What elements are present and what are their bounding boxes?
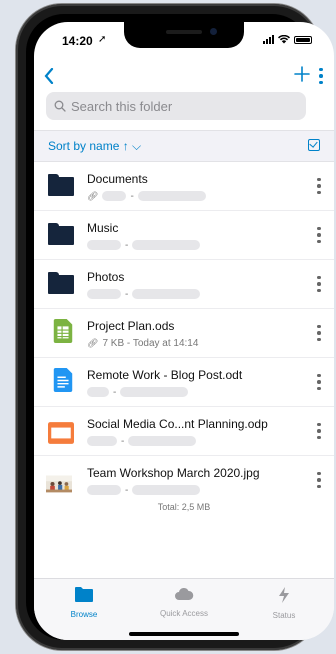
- item-menu-button[interactable]: [314, 274, 324, 294]
- presentation-icon: [48, 422, 74, 444]
- folder-icon: [48, 272, 74, 296]
- nav-bar: [34, 62, 334, 90]
- file-name: Project Plan.ods: [87, 319, 175, 333]
- file-meta: -: [87, 435, 197, 447]
- file-name: Remote Work - Blog Post.odt: [87, 368, 243, 382]
- item-menu-button[interactable]: [314, 470, 324, 490]
- image-thumbnail: [46, 475, 72, 493]
- signal-icon: [263, 35, 274, 44]
- item-menu-button[interactable]: [314, 225, 324, 245]
- wifi-icon: [278, 35, 290, 44]
- tab-quick-access[interactable]: Quick Access: [144, 587, 224, 618]
- item-menu-button[interactable]: [314, 372, 324, 392]
- shared-link-icon: 🔗︎: [87, 337, 99, 348]
- list-item[interactable]: Team Workshop March 2020.jpg -: [34, 456, 334, 504]
- folder-icon: [48, 174, 74, 198]
- list-item[interactable]: Music -: [34, 211, 334, 260]
- location-icon: ➚: [98, 34, 107, 45]
- folder-icon: [75, 587, 93, 602]
- list-item[interactable]: Documents 🔗︎ -: [34, 162, 334, 211]
- add-button[interactable]: [294, 66, 310, 82]
- search-icon: [54, 100, 66, 112]
- tab-bar: Browse Quick Access Status: [34, 578, 334, 640]
- file-list: Documents 🔗︎ - Music - Photos - Project …: [34, 162, 334, 504]
- search-placeholder: Search this folder: [71, 98, 173, 114]
- spreadsheet-icon: [53, 319, 73, 343]
- folder-icon: [48, 223, 74, 247]
- file-meta: 🔗︎ 7 KB - Today at 14:14: [87, 337, 198, 349]
- tab-browse[interactable]: Browse: [44, 587, 124, 619]
- tab-status[interactable]: Status: [244, 587, 324, 620]
- more-options-button[interactable]: [316, 62, 326, 90]
- list-item[interactable]: Photos -: [34, 260, 334, 309]
- sort-bar: Sort by name ↑ ⌵: [34, 130, 334, 162]
- list-item[interactable]: Social Media Co...nt Planning.odp -: [34, 407, 334, 456]
- status-time: 14:20: [62, 34, 93, 48]
- item-menu-button[interactable]: [314, 323, 324, 343]
- shared-link-icon: 🔗︎: [87, 190, 99, 201]
- file-name: Photos: [87, 270, 125, 284]
- item-menu-button[interactable]: [314, 421, 324, 441]
- tab-label: Status: [272, 611, 296, 620]
- file-meta: 🔗︎ -: [87, 190, 206, 202]
- file-name: Social Media Co...nt Planning.odp: [87, 417, 268, 431]
- app-screen: 14:20 ➚ Search this folder Sort by name …: [34, 22, 334, 640]
- list-item[interactable]: Remote Work - Blog Post.odt -: [34, 358, 334, 407]
- file-meta: -: [87, 386, 189, 398]
- file-details: 7 KB - Today at 14:14: [102, 337, 199, 349]
- search-input[interactable]: Search this folder: [46, 92, 306, 120]
- tab-label: Browse: [70, 610, 98, 619]
- status-bar: 14:20 ➚: [34, 22, 334, 52]
- tab-label: Quick Access: [159, 609, 208, 618]
- item-menu-button[interactable]: [314, 176, 324, 196]
- cloud-icon: [175, 587, 194, 600]
- file-name: Music: [87, 221, 119, 235]
- sort-button[interactable]: Sort by name ↑ ⌵: [48, 139, 141, 154]
- back-button[interactable]: [44, 68, 54, 84]
- folder-total: Total: 2,5 MB: [157, 502, 211, 512]
- status-icons: [263, 35, 312, 44]
- file-meta: -: [87, 484, 201, 496]
- file-name: Team Workshop March 2020.jpg: [87, 466, 260, 480]
- select-mode-icon[interactable]: [308, 139, 320, 151]
- battery-icon: [294, 35, 312, 44]
- document-icon: [53, 368, 73, 392]
- home-indicator: [129, 632, 239, 636]
- bolt-icon: [279, 587, 289, 603]
- file-name: Documents: [87, 172, 148, 186]
- list-item[interactable]: Project Plan.ods 🔗︎ 7 KB - Today at 14:1…: [34, 309, 334, 358]
- file-meta: -: [87, 239, 201, 251]
- file-meta: -: [87, 288, 201, 300]
